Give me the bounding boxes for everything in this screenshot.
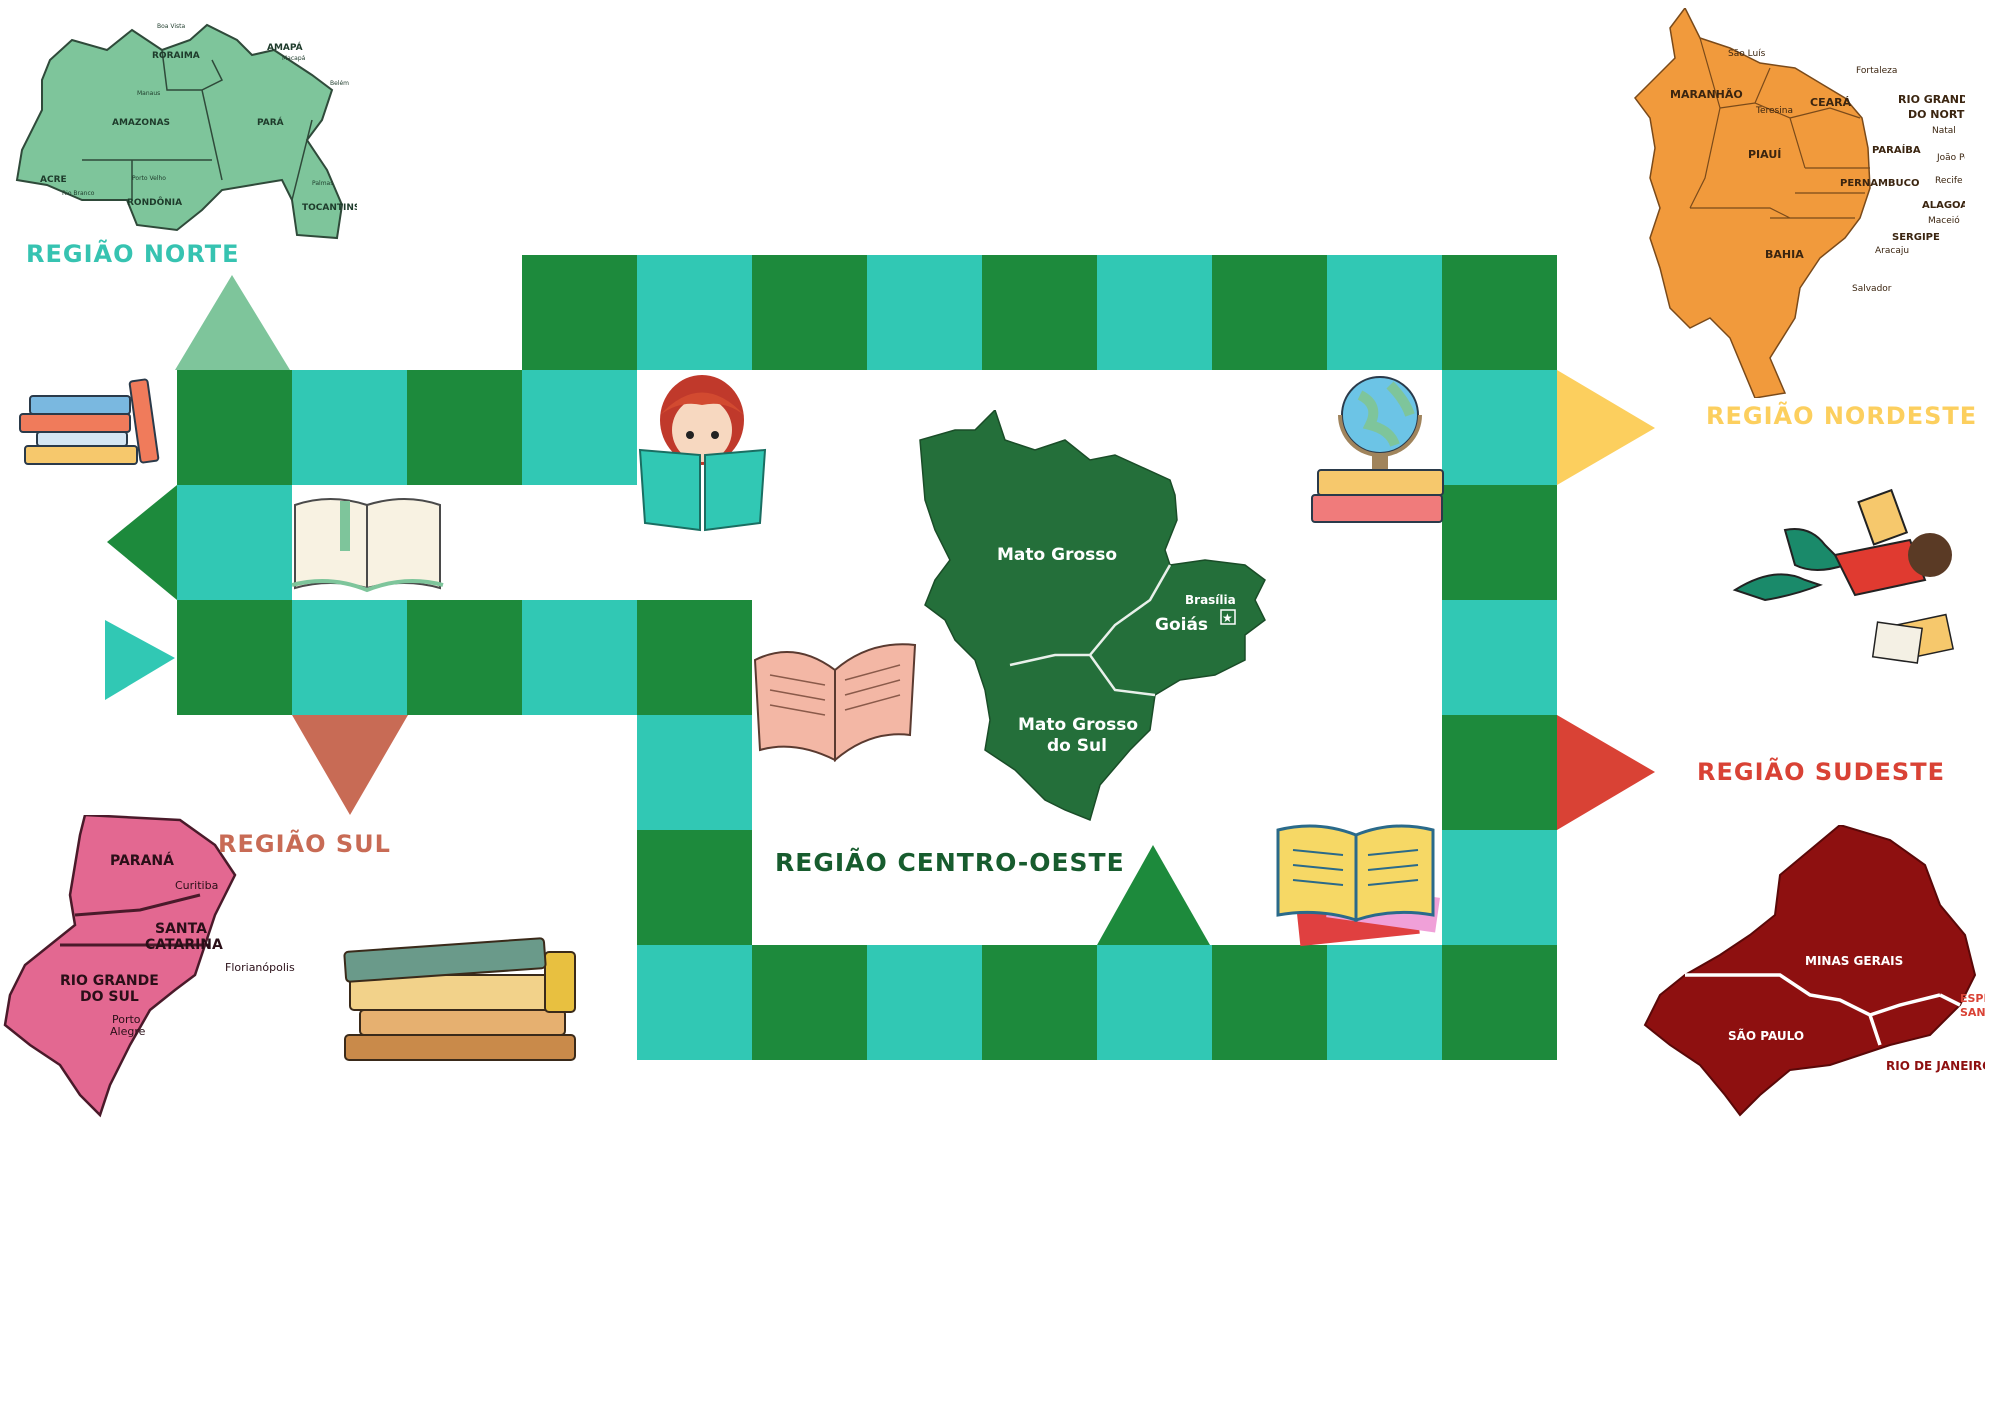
city-label: Natal bbox=[1932, 126, 1956, 136]
open-book-colorful-icon bbox=[1276, 824, 1440, 947]
state-label: RIO DE JANEIRO bbox=[1886, 1059, 1985, 1073]
state-label: CATARINA bbox=[145, 937, 223, 953]
state-label: AMAPÁ bbox=[267, 41, 303, 53]
city-label: São Luís bbox=[1728, 49, 1766, 59]
state-label: AMAZONAS bbox=[112, 118, 170, 128]
city-label: Rio Branco bbox=[62, 190, 95, 197]
state-label: PIAUÍ bbox=[1748, 148, 1781, 161]
girl-reading-icon bbox=[638, 375, 767, 532]
map-centro-oeste: Mato Grosso Goiás Mato Grosso do Sul Bra… bbox=[919, 410, 1266, 822]
boy-reading-icon bbox=[1732, 488, 1955, 664]
city-label: Boa Vista bbox=[157, 23, 185, 30]
state-label: RIO GRANDE bbox=[1898, 93, 1965, 106]
state-label: do Sul bbox=[1047, 736, 1107, 756]
region-label-norte: REGIÃO NORTE bbox=[26, 240, 240, 268]
state-label: SÃO PAULO bbox=[1728, 1028, 1804, 1043]
state-label: CEARÁ bbox=[1810, 96, 1852, 109]
region-label-sul: REGIÃO SUL bbox=[218, 830, 391, 858]
state-label: RIO GRANDE bbox=[60, 973, 159, 989]
state-label: SANTA bbox=[155, 921, 207, 937]
state-label: DO NORTE bbox=[1908, 108, 1965, 121]
state-label: RONDÔNIA bbox=[127, 196, 182, 208]
city-label: Palmas bbox=[312, 180, 333, 187]
region-label-sudeste: REGIÃO SUDESTE bbox=[1697, 758, 1945, 786]
globe-on-books-icon bbox=[1311, 376, 1444, 523]
city-label: João Pessoa bbox=[1936, 153, 1965, 163]
star-icon: ★ bbox=[1222, 611, 1233, 625]
city-label: Fortaleza bbox=[1856, 66, 1897, 76]
city-label: Recife bbox=[1935, 176, 1963, 186]
arrow-sudeste[interactable] bbox=[1557, 715, 1655, 830]
state-label: SANTO bbox=[1960, 1006, 1985, 1019]
state-label: MARANHÃO bbox=[1670, 88, 1743, 101]
state-label: TOCANTINS bbox=[302, 203, 357, 213]
city-label: Porto Velho bbox=[132, 175, 166, 182]
city-label: Alegre bbox=[110, 1025, 146, 1038]
region-label-centro-oeste: REGIÃO CENTRO-OESTE bbox=[775, 848, 1125, 877]
map-norte: RORAIMA AMAPÁ AMAZONAS PARÁ ACRE RONDÔNI… bbox=[15, 23, 357, 240]
map-sudeste: MINAS GERAIS SÃO PAULO RIO DE JANEIRO ES… bbox=[1643, 825, 1985, 1117]
books-stack-icon bbox=[19, 378, 160, 465]
city-label: Maceió bbox=[1928, 215, 1960, 226]
old-books-stack-icon bbox=[343, 937, 576, 1061]
state-label: PERNAMBUCO bbox=[1840, 178, 1920, 189]
city-label: Belém bbox=[330, 80, 349, 87]
state-label: Goiás bbox=[1155, 615, 1208, 635]
state-label: MINAS GERAIS bbox=[1805, 954, 1903, 968]
board-game: RORAIMA AMAPÁ AMAZONAS PARÁ ACRE RONDÔNI… bbox=[0, 0, 2000, 1414]
city-label: Curitiba bbox=[175, 879, 218, 892]
arrow-left-green[interactable] bbox=[107, 485, 177, 600]
state-label: SERGIPE bbox=[1892, 232, 1940, 243]
arrow-right-teal[interactable] bbox=[105, 620, 175, 700]
state-label: ACRE bbox=[40, 175, 67, 185]
state-label: PARAÍBA bbox=[1872, 143, 1921, 156]
state-label: ESPÍRITO bbox=[1960, 992, 1985, 1005]
arrow-norte[interactable] bbox=[175, 275, 290, 370]
arrow-sul[interactable] bbox=[292, 715, 408, 815]
city-label: Macapá bbox=[282, 55, 306, 62]
state-label: ALAGOAS bbox=[1922, 200, 1965, 211]
city-label: Salvador bbox=[1852, 284, 1892, 294]
city-label: Teresina bbox=[1755, 106, 1793, 116]
city-label: Manaus bbox=[137, 90, 160, 97]
city-label: Brasília bbox=[1185, 593, 1236, 607]
state-label: RORAIMA bbox=[152, 51, 200, 61]
map-sul: PARANÁ SANTA CATARINA RIO GRANDE DO SUL … bbox=[3, 815, 295, 1118]
open-book-icon bbox=[291, 498, 444, 593]
state-label: DO SUL bbox=[80, 989, 139, 1005]
map-nordeste: MARANHÃO CEARÁ RIO GRANDE DO NORTE PIAUÍ… bbox=[1634, 8, 1965, 398]
state-label: Mato Grosso bbox=[1018, 715, 1138, 735]
region-label-nordeste: REGIÃO NORDESTE bbox=[1706, 402, 1978, 430]
state-label: PARANÁ bbox=[110, 852, 174, 869]
city-label: Florianópolis bbox=[225, 961, 295, 974]
state-label: BAHIA bbox=[1765, 248, 1804, 261]
state-label: PARÁ bbox=[257, 116, 284, 128]
state-label: Mato Grosso bbox=[997, 545, 1117, 565]
city-label: Aracaju bbox=[1875, 246, 1909, 256]
open-book-pink-icon bbox=[753, 643, 917, 763]
